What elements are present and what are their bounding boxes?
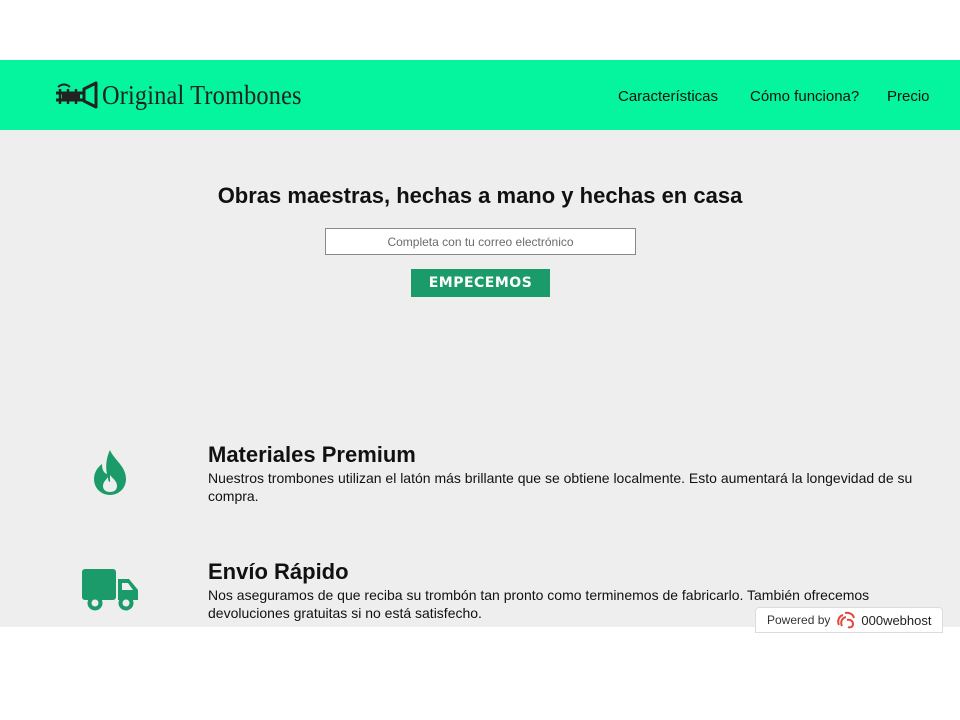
feature-title: Envío Rápido — [208, 559, 349, 584]
brand-logo[interactable]: Original Trombones — [54, 78, 324, 112]
fire-icon — [94, 450, 126, 495]
nav-link-caracteristicas[interactable]: Características — [618, 88, 718, 105]
feature-title: Materiales Premium — [208, 442, 416, 467]
powered-by-badge[interactable]: Powered by 000webhost — [755, 607, 943, 633]
email-input[interactable] — [325, 228, 636, 255]
page-top-margin — [0, 0, 960, 60]
brand-name: Original Trombones — [102, 79, 302, 110]
webhost-name: 000webhost — [861, 612, 932, 628]
powered-by-label: Powered by — [767, 613, 831, 627]
nav-link-como-funciona[interactable]: Cómo funciona? — [750, 88, 859, 105]
main-content: Obras maestras, hechas a mano y hechas e… — [0, 130, 960, 627]
page-bottom-margin — [0, 627, 960, 720]
hero-title: Obras maestras, hechas a mano y hechas e… — [217, 183, 743, 208]
feature-description: Nuestros trombones utilizan el latón más… — [208, 470, 913, 504]
site-header: Original Trombones Características Cómo … — [0, 60, 960, 130]
webhost-logo-icon — [837, 611, 856, 629]
nav-link-precio[interactable]: Precio — [887, 88, 930, 105]
trombone-icon — [56, 81, 98, 109]
start-button[interactable]: EMPECEMOS — [411, 269, 550, 297]
truck-icon — [82, 569, 138, 611]
